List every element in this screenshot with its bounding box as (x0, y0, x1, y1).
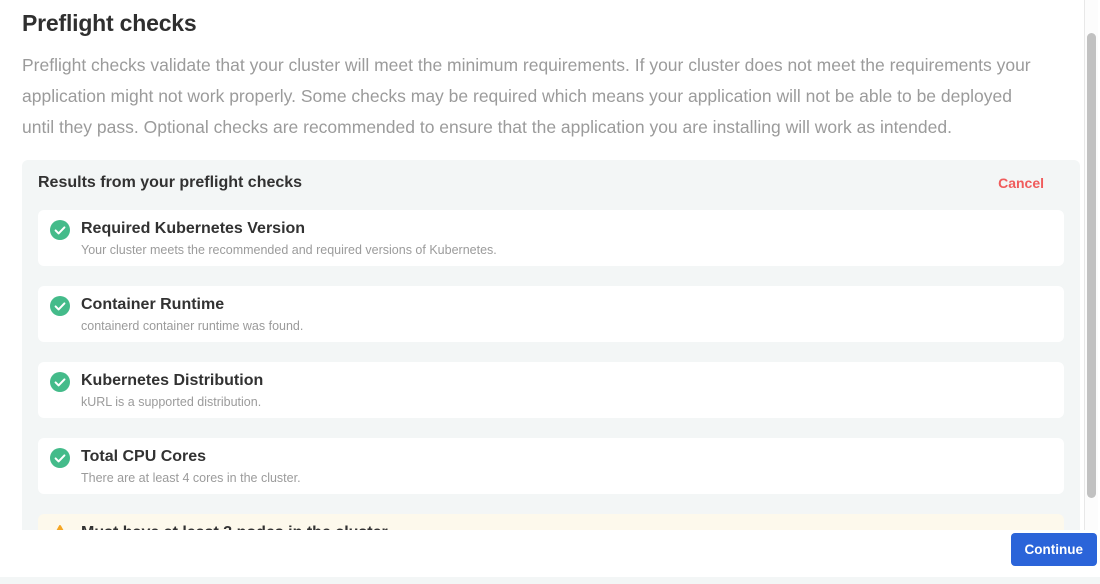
check-message: containerd container runtime was found. (81, 319, 303, 334)
cancel-button[interactable]: Cancel (998, 175, 1044, 191)
check-message: kURL is a supported distribution. (81, 395, 263, 410)
page-description: Preflight checks validate that your clus… (22, 50, 1032, 143)
check-row-kubernetes-distribution: Kubernetes Distribution kURL is a suppor… (38, 362, 1064, 418)
check-message: Your cluster meets the recommended and r… (81, 243, 497, 258)
bottom-section-divider (0, 577, 1100, 584)
check-row-total-cpu-cores: Total CPU Cores There are at least 4 cor… (38, 438, 1064, 494)
preflight-content: Preflight checks Preflight checks valida… (0, 0, 1080, 530)
check-title: Must have at least 3 nodes in the cluste… (81, 523, 388, 530)
check-message: There are at least 4 cores in the cluste… (81, 471, 301, 486)
page-title: Preflight checks (22, 10, 1080, 37)
check-circle-icon (50, 372, 70, 392)
check-row-node-count: Must have at least 3 nodes in the cluste… (38, 514, 1064, 530)
footer-bar: Continue (0, 530, 1100, 577)
check-circle-icon (50, 448, 70, 468)
check-title: Required Kubernetes Version (81, 219, 497, 238)
panel-header: Results from your preflight checks Cance… (38, 174, 1064, 192)
check-row-container-runtime: Container Runtime containerd container r… (38, 286, 1064, 342)
check-title: Container Runtime (81, 295, 303, 314)
check-row-required-kubernetes-version: Required Kubernetes Version Your cluster… (38, 210, 1064, 266)
check-circle-icon (50, 220, 70, 240)
scrollbar-thumb[interactable] (1087, 33, 1096, 498)
check-circle-icon (50, 296, 70, 316)
panel-title: Results from your preflight checks (38, 174, 302, 192)
continue-button[interactable]: Continue (1011, 533, 1098, 566)
check-title: Kubernetes Distribution (81, 371, 263, 390)
check-title: Total CPU Cores (81, 447, 301, 466)
preflight-results-panel: Results from your preflight checks Cance… (22, 160, 1080, 530)
scrollbar[interactable] (1084, 0, 1098, 530)
